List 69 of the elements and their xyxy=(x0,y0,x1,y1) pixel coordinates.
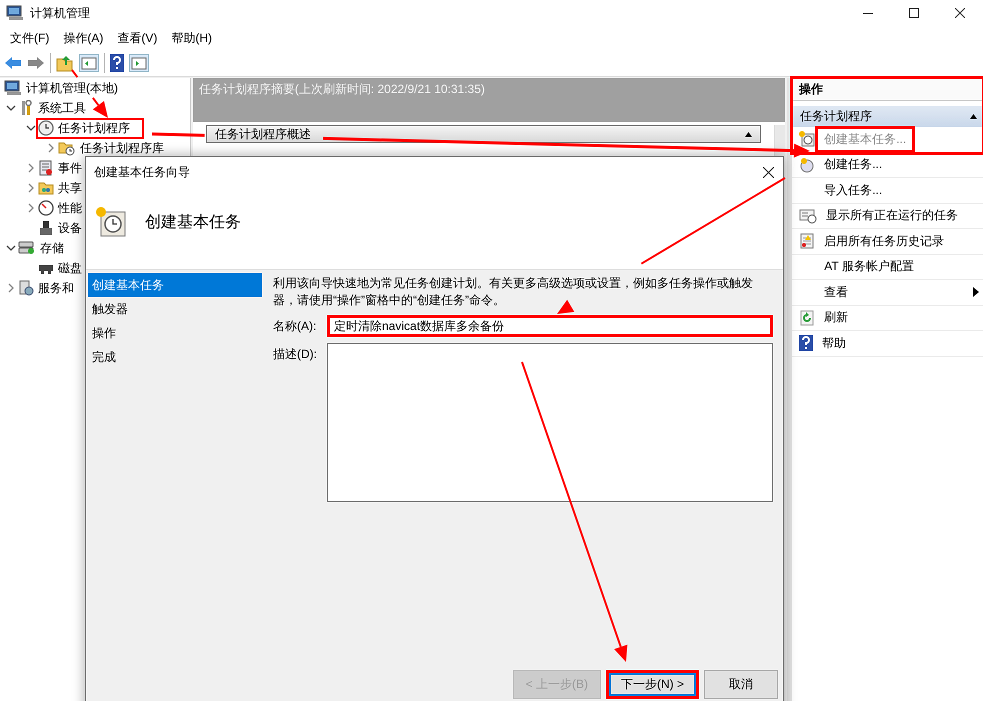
window-title: 计算机管理 xyxy=(30,4,90,22)
event-log-icon xyxy=(38,160,54,176)
menu-item[interactable]: 帮助(H) xyxy=(164,30,219,46)
folder-clock-icon xyxy=(58,140,76,156)
console-tree-icon[interactable] xyxy=(79,54,99,72)
tree-item[interactable]: 服务和 xyxy=(38,280,74,296)
help-icon[interactable] xyxy=(110,54,124,72)
wizard-step[interactable]: 触发器 xyxy=(88,297,262,321)
actions-section-header[interactable]: 任务计划程序 xyxy=(792,106,983,127)
gauge-icon xyxy=(38,200,54,216)
tree-item[interactable]: 任务计划程序库 xyxy=(80,140,164,156)
close-icon[interactable] xyxy=(762,166,774,178)
help-icon xyxy=(799,335,814,352)
tree-item[interactable]: 性能 xyxy=(58,200,82,216)
task-wizard-icon xyxy=(799,131,816,148)
intro-text: 利用该向导快速地为常见任务创建计划。有关更多高级选项或设置，例如多任务操作或触发器，请使用“操作”窗格中的“创建任务”命令。 xyxy=(273,275,754,309)
actions-header: 操作 xyxy=(792,78,983,101)
action-item[interactable]: 帮助 xyxy=(792,331,983,356)
name-label: 名称(A): xyxy=(273,318,318,335)
submenu-arrow-icon xyxy=(973,287,979,298)
tree-item[interactable]: 设备 xyxy=(58,220,82,236)
action-pane-icon[interactable] xyxy=(129,54,149,72)
action-item[interactable]: 刷新 xyxy=(792,306,983,331)
refresh-icon xyxy=(799,310,816,326)
computer-icon xyxy=(4,80,22,96)
device-icon xyxy=(38,220,54,236)
tree-item[interactable]: 共享 xyxy=(58,180,82,196)
tree-item[interactable]: 计算机管理(本地) xyxy=(26,80,118,96)
action-item[interactable]: 查看 xyxy=(792,280,983,306)
wizard-heading: 创建基本任务 xyxy=(145,212,241,232)
next-button[interactable]: 下一步(N) > xyxy=(606,670,699,699)
overview-section-header[interactable]: 任务计划程序概述 xyxy=(206,125,761,143)
tree-item[interactable]: 事件 xyxy=(58,160,82,176)
action-item[interactable]: 显示所有正在运行的任务 xyxy=(792,204,983,229)
tree-item[interactable]: 存储 xyxy=(40,240,64,256)
storage-icon xyxy=(18,240,36,256)
action-item[interactable]: 导入任务... xyxy=(792,178,983,204)
computer-icon xyxy=(6,5,24,21)
history-log-icon xyxy=(799,233,816,250)
shared-folder-icon xyxy=(38,180,54,196)
description-label: 描述(D): xyxy=(273,346,318,363)
maximize-icon[interactable] xyxy=(909,8,919,18)
menu-item[interactable]: 查看(V) xyxy=(110,30,164,46)
action-item[interactable]: AT 服务帐户配置 xyxy=(792,254,983,280)
task-list-icon xyxy=(799,208,818,224)
tree-item[interactable]: 磁盘 xyxy=(58,260,82,276)
expanded-chevron-icon[interactable] xyxy=(24,123,38,133)
menu-item[interactable]: 操作(A) xyxy=(56,30,110,46)
task-wizard-icon xyxy=(95,206,127,238)
dialog-title: 创建基本任务向导 xyxy=(94,164,190,180)
close-icon[interactable] xyxy=(955,8,965,18)
menu-item[interactable]: 文件(F) xyxy=(3,30,56,46)
wizard-step[interactable]: 操作 xyxy=(88,321,262,345)
collapse-caret-icon[interactable] xyxy=(970,114,977,119)
wizard-step[interactable]: 创建基本任务 xyxy=(88,273,262,297)
forward-icon[interactable] xyxy=(27,56,45,70)
wizard-step[interactable]: 完成 xyxy=(88,345,262,369)
back-icon[interactable] xyxy=(4,56,22,70)
action-item[interactable]: 启用所有任务历史记录 xyxy=(792,229,983,254)
expanded-chevron-icon[interactable] xyxy=(4,103,18,113)
collapse-caret-icon[interactable] xyxy=(744,132,752,136)
description-field[interactable] xyxy=(327,343,773,502)
up-folder-icon[interactable] xyxy=(56,54,74,72)
name-field[interactable]: 定时清除navicat数据库多余备份 xyxy=(327,315,773,337)
expanded-chevron-icon[interactable] xyxy=(4,243,18,253)
services-icon xyxy=(18,280,34,296)
summary-header: 任务计划程序摘要(上次刷新时间: 2022/9/21 10:31:35) xyxy=(192,78,786,122)
cancel-button[interactable]: 取消 xyxy=(704,670,778,699)
tree-item[interactable]: 系统工具 xyxy=(38,100,86,116)
